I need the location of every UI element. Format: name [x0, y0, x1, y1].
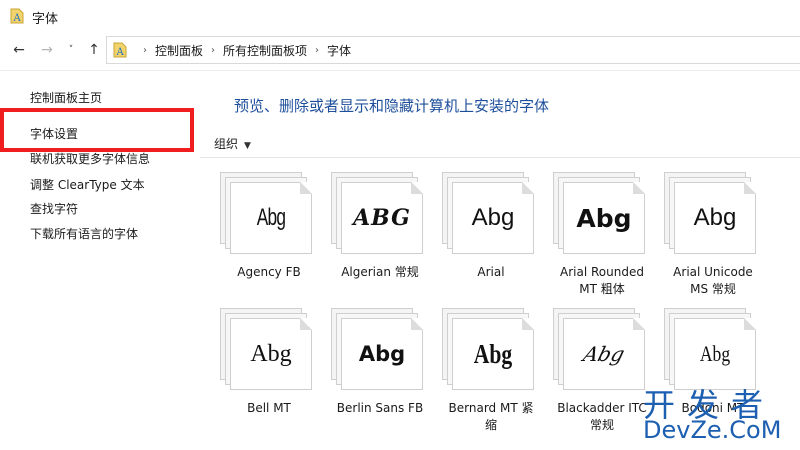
font-preview-icon: Abg [553, 172, 649, 256]
breadcrumb-item[interactable]: 控制面板 [155, 42, 203, 59]
font-sample: Abg [250, 340, 292, 367]
font-sample: Abg [471, 204, 515, 231]
font-name-line: 缩 [484, 418, 497, 432]
fonts-folder-icon: A [10, 8, 24, 24]
font-name-line: MS 常规 [690, 282, 736, 296]
font-name-line: Bernard MT 紧 [448, 401, 534, 415]
svg-text:A: A [13, 13, 22, 24]
arrow-up-icon[interactable]: ↑ [85, 42, 103, 58]
font-preview-icon: Abg [220, 172, 316, 256]
font-name-line: Arial [477, 265, 505, 279]
font-name: Algerian 常规 [325, 264, 435, 281]
font-name: Arial [436, 264, 546, 281]
title-bar: A 字体 [0, 0, 800, 32]
font-name: Bell MT [214, 400, 324, 417]
sidebar-item-online-info[interactable]: 联机获取更多字体信息 [30, 150, 150, 167]
chevron-right-icon[interactable]: › [143, 45, 147, 56]
page-title: 预览、删除或者显示和隐藏计算机上安装的字体 [234, 97, 550, 115]
font-preview-icon: Abg [664, 172, 760, 256]
font-sample: Abg [576, 203, 632, 233]
caret-down-icon[interactable]: ▼ [244, 141, 251, 151]
font-name: Arial Unicode MS 常规 [658, 264, 768, 298]
font-name-line: Agency FB [237, 265, 301, 279]
fonts-folder-icon: A [113, 42, 127, 58]
font-name-line: Bell MT [247, 401, 291, 415]
sidebar-item-cleartype[interactable]: 调整 ClearType 文本 [30, 176, 145, 193]
font-name-line: Berlin Sans FB [336, 401, 424, 415]
arrow-left-icon[interactable]: ← [10, 42, 28, 58]
sidebar-item-find-char[interactable]: 查找字符 [30, 200, 78, 217]
font-sample: Abg [358, 342, 406, 366]
font-sample: ABG [353, 205, 411, 231]
watermark-text: DevZe.CoM [643, 416, 782, 444]
highlight-annotation [0, 108, 194, 152]
font-name-line: MT 粗体 [579, 282, 625, 296]
address-bar[interactable]: A › 控制面板 › 所有控制面板项 › 字体 [106, 36, 800, 64]
chevron-down-icon[interactable]: ˅ [62, 42, 80, 58]
sidebar-item-home[interactable]: 控制面板主页 [30, 89, 102, 106]
breadcrumb: › 控制面板 › 所有控制面板项 › 字体 [135, 42, 351, 59]
font-preview-icon: Abg [220, 308, 316, 392]
font-preview-icon: ABG [331, 172, 427, 256]
font-sample: Abg [693, 204, 737, 231]
font-name-line: 常规 [589, 418, 614, 432]
font-name-line: Algerian 常规 [341, 265, 419, 279]
font-sample: Abg [256, 204, 286, 231]
navigation-bar: ← → ˅ ↑ A › 控制面板 › 所有控制面板项 › 字体 [0, 34, 800, 66]
font-name-line: Arial Unicode [673, 265, 753, 279]
font-name: Berlin Sans FB [325, 400, 435, 417]
sidebar-item-download-fonts[interactable]: 下载所有语言的字体 [30, 225, 138, 242]
font-name: Agency FB [214, 264, 324, 281]
organize-button[interactable]: 组织 [214, 137, 238, 151]
chevron-right-icon[interactable]: › [211, 45, 215, 56]
font-preview-icon: Abg [331, 308, 427, 392]
window-title: 字体 [32, 12, 59, 27]
font-preview-icon: Abg [442, 308, 538, 392]
font-name: Blackadder ITC 常规 [547, 400, 657, 434]
breadcrumb-item[interactable]: 所有控制面板项 [223, 42, 307, 59]
svg-text:A: A [116, 47, 125, 58]
divider [200, 157, 800, 158]
font-name: Arial Rounded MT 粗体 [547, 264, 657, 298]
font-preview-icon: Abg [553, 308, 649, 392]
font-preview-icon: Abg [442, 172, 538, 256]
font-sample: Abg [473, 338, 513, 369]
divider [0, 70, 800, 71]
font-name-line: Blackadder ITC [557, 401, 647, 415]
toolbar: 组织 ▼ [214, 135, 251, 152]
font-name: Bernard MT 紧缩 [436, 400, 546, 434]
breadcrumb-item[interactable]: 字体 [327, 42, 351, 59]
chevron-right-icon[interactable]: › [315, 45, 319, 56]
arrow-right-icon[interactable]: → [38, 42, 56, 58]
font-name-line: Arial Rounded [560, 265, 644, 279]
